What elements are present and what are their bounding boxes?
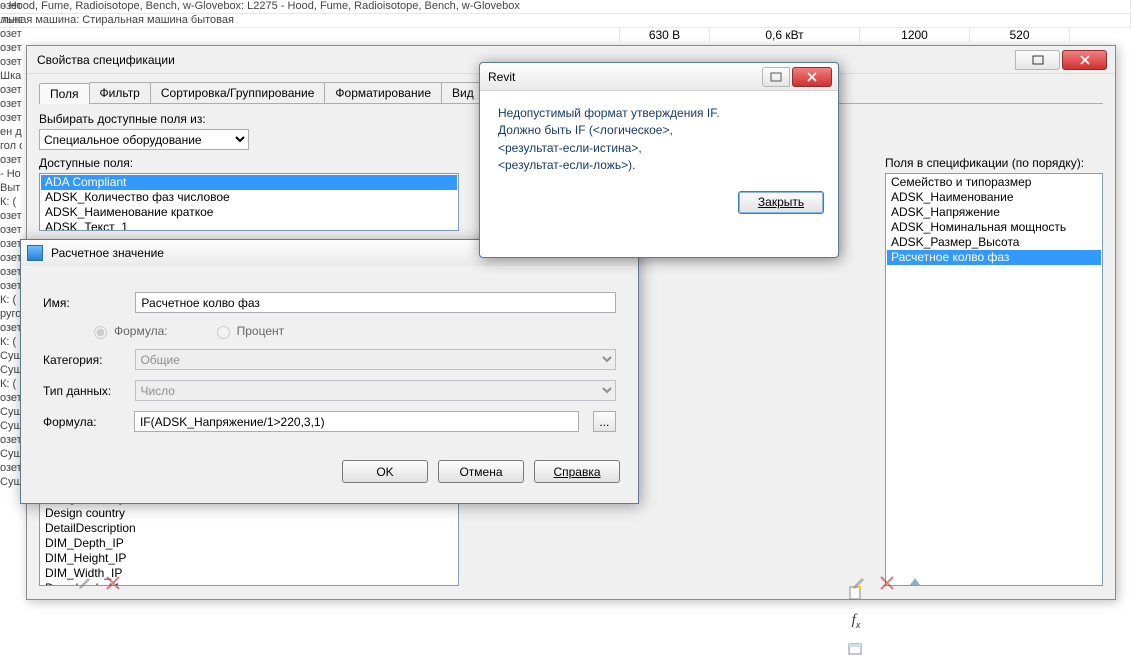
dialog-title: Revit <box>486 70 760 84</box>
bg-left-strip: озетльнаозетозетозетШкаозетозетозетен дг… <box>0 0 22 606</box>
category-select[interactable]: Общие <box>135 349 616 370</box>
move-up-icon[interactable] <box>907 575 925 593</box>
list-item[interactable]: DIM_Depth_IP <box>41 536 457 551</box>
bg-row: - Hood, Fume, Radioisotope, Bench, w-Glo… <box>0 0 1131 14</box>
available-fields-list[interactable]: ADA CompliantADSK_Количество фаз числово… <box>39 173 459 231</box>
name-label: Имя: <box>43 296 121 310</box>
bottom-right-toolbar <box>851 575 925 593</box>
percent-radio[interactable]: Процент <box>212 323 285 339</box>
formula-radio[interactable]: Формула: <box>89 323 168 339</box>
delete-icon[interactable] <box>879 575 897 593</box>
tab-filter[interactable]: Фильтр <box>89 82 151 103</box>
list-item[interactable]: ADSK_Напряжение <box>887 205 1101 220</box>
list-item[interactable]: ADA Compliant <box>41 175 457 190</box>
available-from-select[interactable]: Специальное оборудование <box>39 129 249 150</box>
scheduled-fields-label: Поля в спецификации (по порядку): <box>885 156 1103 170</box>
bg-row: 630 В 0,6 кВт 1200 520 <box>0 28 1131 42</box>
list-item[interactable]: ADSK_Количество фаз числовое <box>41 190 457 205</box>
revit-message-dialog: Revit Недопустимый формат утверждения IF… <box>479 62 839 258</box>
list-item[interactable]: Design country <box>41 506 457 521</box>
help-mode-button[interactable] <box>762 67 790 87</box>
formula-browse-button[interactable]: ... <box>593 411 616 432</box>
help-button[interactable]: Справка <box>534 460 620 483</box>
datatype-label: Тип данных: <box>43 384 121 398</box>
list-item[interactable]: ADSK_Наименование <box>887 190 1101 205</box>
mid-toolbar: fx <box>847 584 865 658</box>
list-item[interactable]: DetailDescription <box>41 521 457 536</box>
list-item[interactable]: ADSK_Номинальная мощность <box>887 220 1101 235</box>
list-item[interactable]: ADSK_Текст_1 <box>41 220 457 231</box>
tab-fields[interactable]: Поля <box>39 83 90 104</box>
list-item[interactable]: Семейство и типоразмер <box>887 175 1101 190</box>
tab-formatting[interactable]: Форматирование <box>324 82 442 103</box>
formula-icon[interactable]: fx <box>847 612 865 630</box>
close-message-button[interactable]: Закрыть <box>738 191 824 214</box>
delete-icon[interactable] <box>105 575 123 593</box>
app-icon <box>27 245 43 261</box>
scheduled-fields-list[interactable]: Семейство и типоразмерADSK_НаименованиеA… <box>885 173 1103 586</box>
maximize-button[interactable] <box>1015 50 1060 70</box>
category-label: Категория: <box>43 353 121 367</box>
ok-button[interactable]: OK <box>342 460 428 483</box>
cancel-button[interactable]: Отмена <box>438 460 524 483</box>
list-item[interactable]: ADSK_Размер_Высота <box>887 235 1101 250</box>
formula-input[interactable] <box>134 411 579 432</box>
tab-sorting[interactable]: Сортировка/Группирование <box>150 82 326 103</box>
bg-row: льная машина: Стиральная машина бытовая <box>0 14 1131 28</box>
close-button[interactable] <box>1062 50 1107 70</box>
formula-label: Формула: <box>43 415 120 429</box>
list-item[interactable]: Расчетное колво фаз <box>887 250 1101 265</box>
bottom-left-toolbar <box>77 575 123 593</box>
calculated-value-dialog: Расчетное значение Имя: Формула: Процент… <box>20 239 639 504</box>
list-item[interactable]: DIM_Height_IP <box>41 551 457 566</box>
close-button[interactable] <box>792 67 832 87</box>
list-item[interactable]: ADSK_Наименование краткое <box>41 205 457 220</box>
edit-icon[interactable] <box>851 575 869 593</box>
available-fields-label: Доступные поля: <box>39 156 459 170</box>
name-input[interactable] <box>135 292 616 313</box>
titlebar[interactable]: Revit <box>480 63 838 91</box>
combine-icon[interactable] <box>847 640 865 658</box>
datatype-select[interactable]: Число <box>135 380 616 401</box>
edit-icon[interactable] <box>77 575 95 593</box>
message-text: Недопустимый формат утверждения IF. Долж… <box>480 91 838 183</box>
